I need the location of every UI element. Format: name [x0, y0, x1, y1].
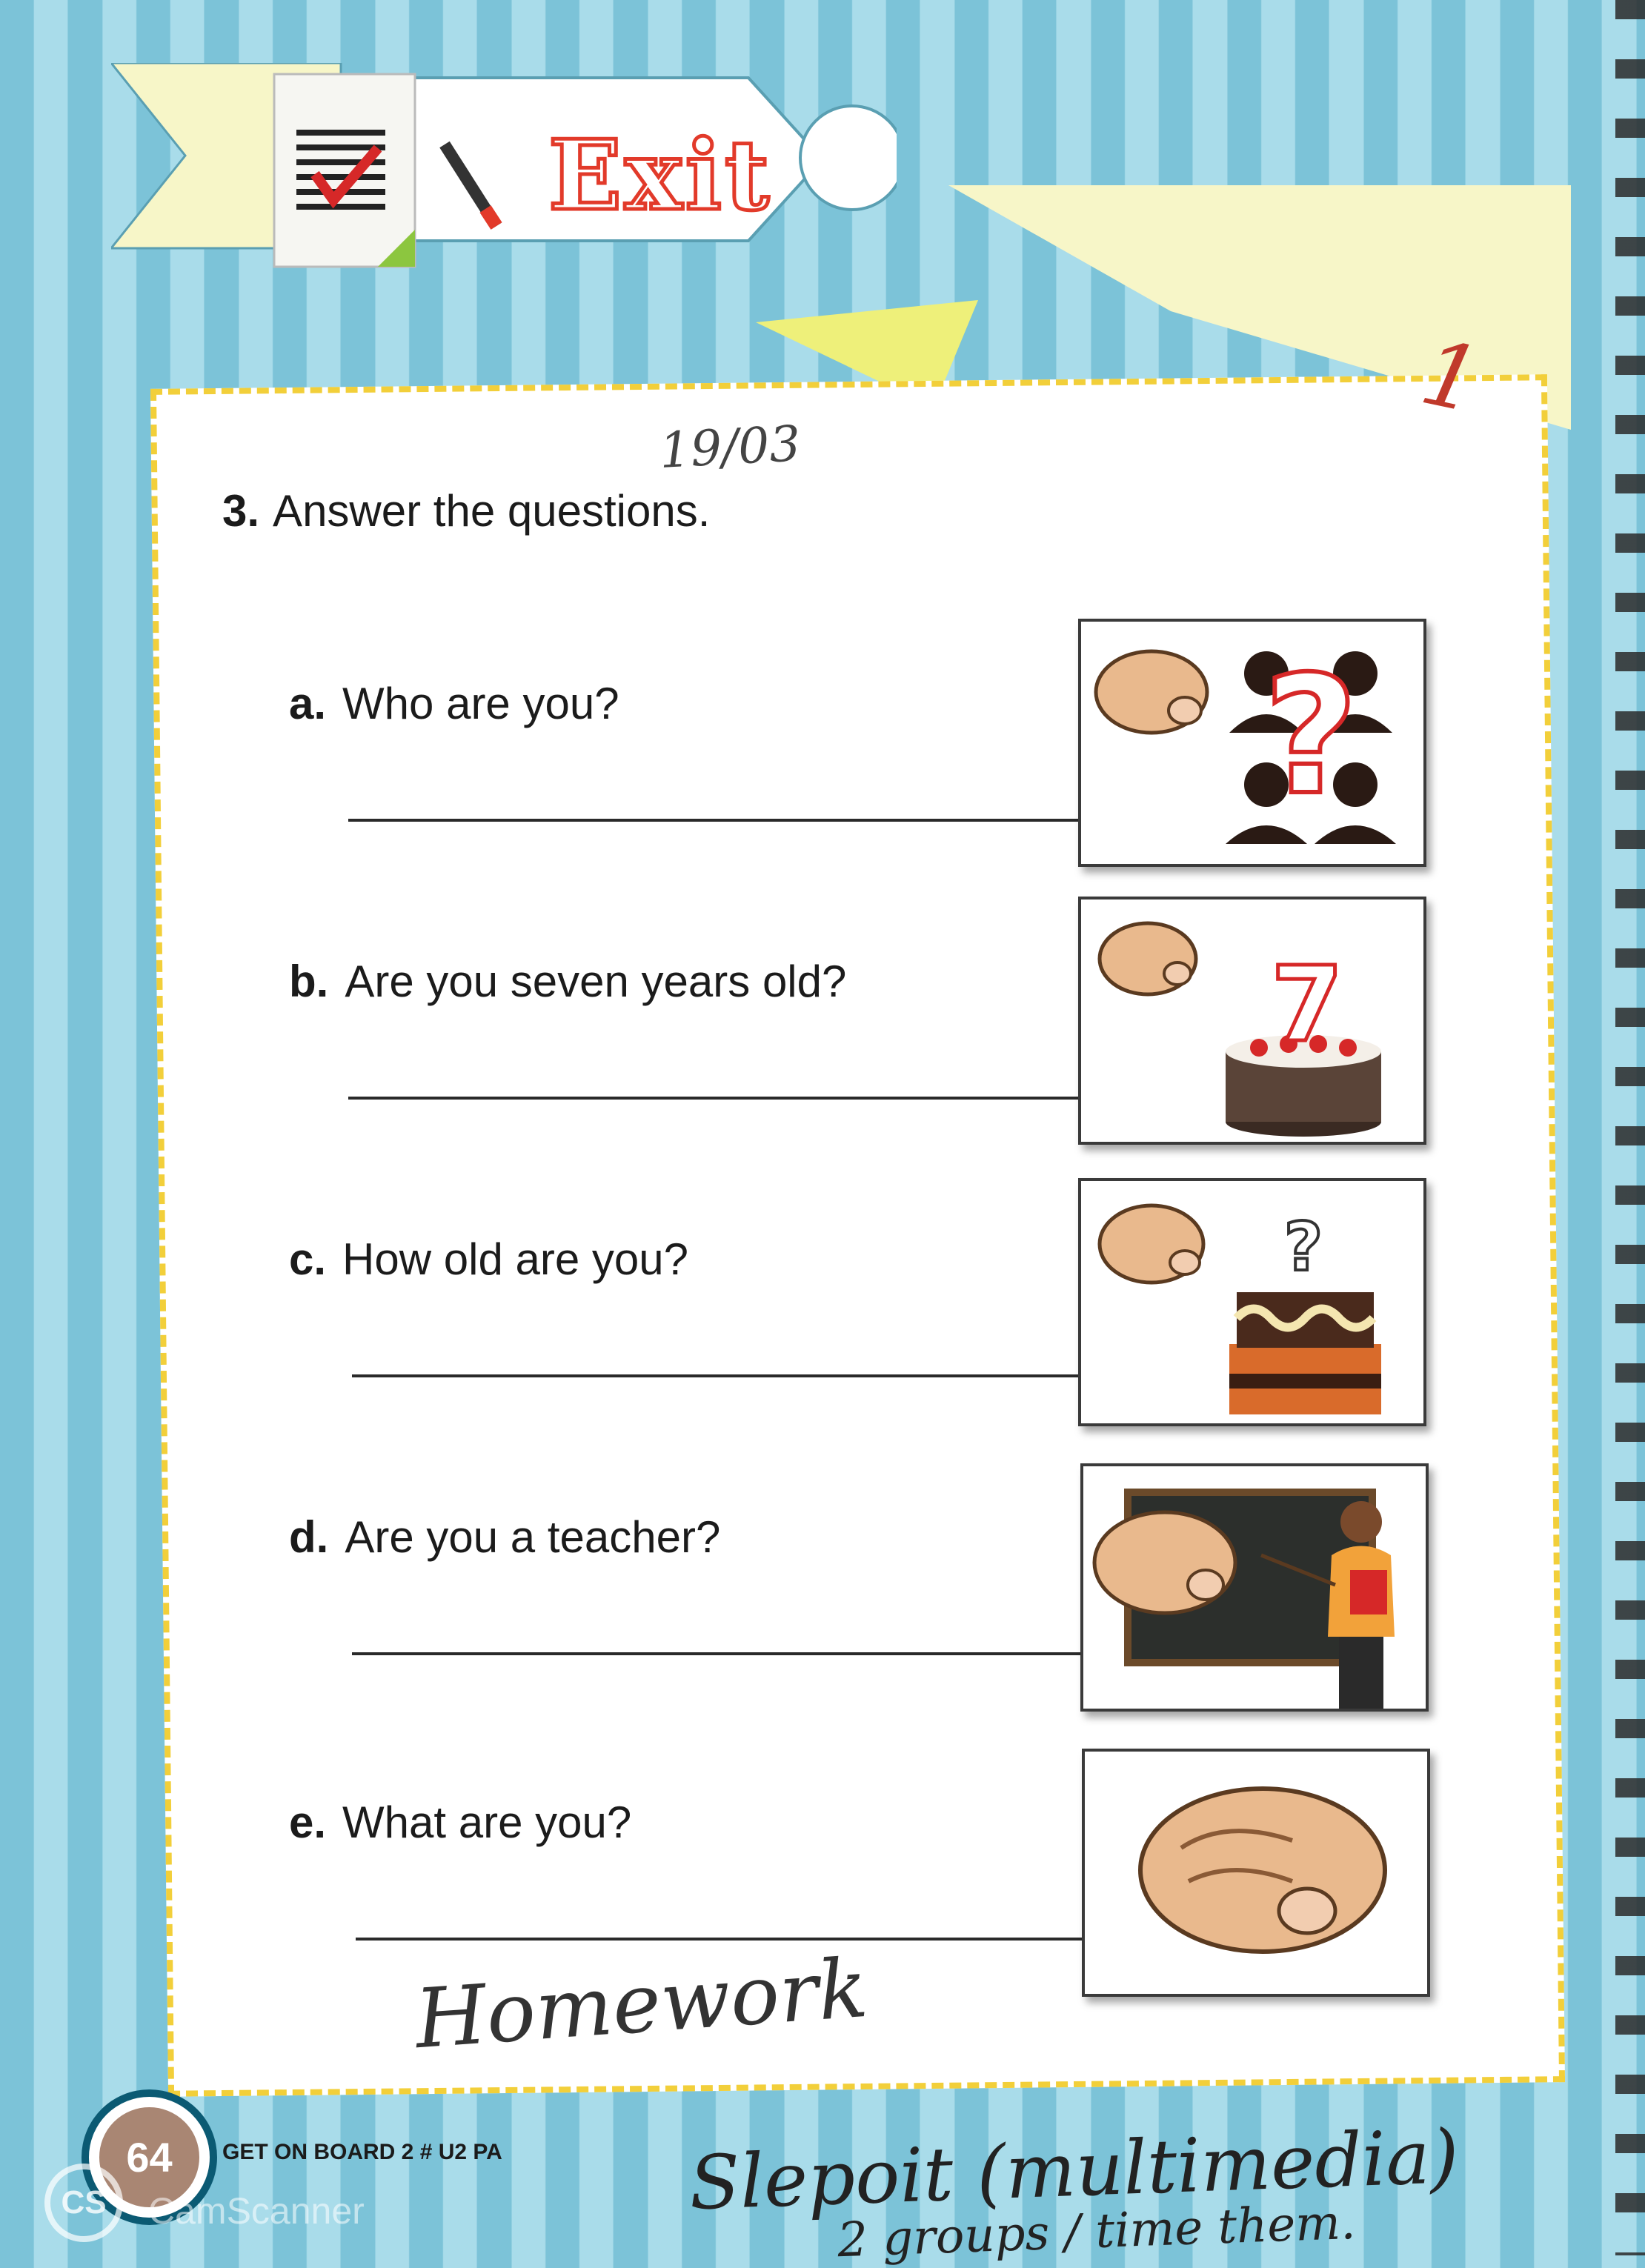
exit-banner [111, 63, 897, 268]
pointing-hand-icon [1092, 1510, 1237, 1615]
spiral-binding [1615, 0, 1645, 2255]
instruction-text: Answer the questions. [273, 486, 711, 536]
camscanner-watermark: CamScanner [148, 2190, 365, 2232]
pointing-hand-icon [1094, 649, 1209, 735]
svg-text:?: ? [1263, 641, 1358, 831]
exercise-instruction: 3. Answer the questions. [222, 485, 710, 536]
question-d: d. Are you a teacher? [289, 1512, 720, 1563]
banner-title: Exit [546, 117, 773, 234]
pointing-hand-icon [1097, 921, 1198, 997]
question-text: Are you seven years old? [345, 957, 847, 1006]
picture-seven: 7 [1078, 897, 1426, 1145]
page-number: 64 [126, 2134, 173, 2181]
question-text: What are you? [342, 1798, 632, 1847]
camscanner-logo: CS [44, 2164, 123, 2242]
question-letter: a. [289, 679, 327, 728]
picture-age: ? [1078, 1178, 1426, 1426]
answer-line-b[interactable] [348, 1097, 1078, 1100]
question-letter: b. [289, 957, 329, 1006]
birthday-cake-seven-icon: 7 [1226, 943, 1381, 1137]
question-letter: d. [289, 1512, 329, 1562]
handwritten-date: 19/03 [658, 415, 802, 479]
cake-question-icon: ? [1229, 1207, 1381, 1414]
question-letter: c. [289, 1234, 327, 1284]
question-text: How old are you? [342, 1234, 688, 1284]
picture-who: ? [1078, 619, 1426, 867]
question-e: e. What are you? [289, 1797, 631, 1848]
answer-line-d[interactable] [352, 1652, 1082, 1655]
answer-line-a[interactable] [348, 819, 1078, 822]
pointing-hand-icon [1097, 1203, 1206, 1285]
picture-what [1082, 1749, 1430, 1997]
question-letter: e. [289, 1798, 327, 1847]
silhouettes-question-icon: ? [1226, 639, 1396, 844]
question-c: c. How old are you? [289, 1234, 688, 1285]
answer-line-c[interactable] [352, 1374, 1082, 1377]
picture-teacher [1080, 1463, 1429, 1712]
exercise-number: 3. [222, 486, 260, 536]
question-text: Who are you? [342, 679, 619, 728]
pointing-hand-icon [1138, 1786, 1387, 1954]
svg-text:?: ? [1284, 1208, 1323, 1286]
svg-text:7: 7 [1271, 945, 1343, 1065]
question-text: Are you a teacher? [345, 1512, 721, 1562]
question-a: a. Who are you? [289, 678, 619, 729]
answer-line-e[interactable] [356, 1938, 1086, 1941]
question-b: b. Are you seven years old? [289, 956, 846, 1007]
book-footer: GET ON BOARD 2 # U2 PA [222, 2140, 502, 2164]
